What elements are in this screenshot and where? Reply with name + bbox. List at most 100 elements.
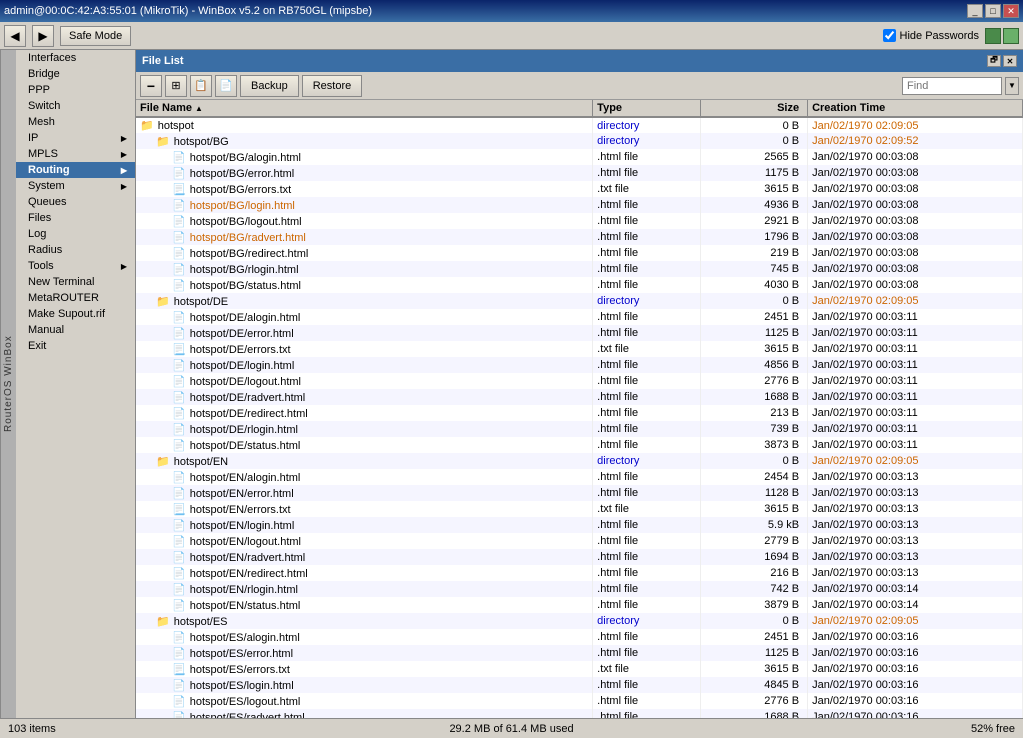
sidebar-item-mpls[interactable]: MPLS [16,146,135,162]
table-row[interactable]: 📄hotspot/BG/status.html.html file4030 BJ… [136,277,1023,293]
col-header-time[interactable]: Creation Time [808,100,1023,117]
table-row[interactable]: 📄hotspot/BG/alogin.html.html file2565 BJ… [136,149,1023,165]
table-row[interactable]: 📄hotspot/ES/logout.html.html file2776 BJ… [136,693,1023,709]
col-header-name[interactable]: File Name ▲ [136,100,593,117]
filter-button[interactable]: ⊞ [165,75,187,97]
file-list-close-button[interactable]: ✕ [1003,55,1017,67]
sidebar-item-files[interactable]: Files [16,210,135,226]
table-row[interactable]: 📄hotspot/BG/error.html.html file1175 BJa… [136,165,1023,181]
html-file-icon: 📄 [172,376,186,388]
file-toolbar: − ⊞ 📋 📄 Backup Restore ▼ [136,72,1023,100]
back-button[interactable]: ◀ [4,25,26,47]
table-row[interactable]: 📄hotspot/DE/redirect.html.html file213 B… [136,405,1023,421]
table-row[interactable]: 📄hotspot/BG/logout.html.html file2921 BJ… [136,213,1023,229]
status-item-count: 103 items [8,723,344,735]
maximize-button[interactable]: □ [985,4,1001,18]
sidebar-item-mesh[interactable]: Mesh [16,114,135,130]
table-row[interactable]: 📄hotspot/EN/rlogin.html.html file742 BJa… [136,581,1023,597]
close-button[interactable]: ✕ [1003,4,1019,18]
table-row[interactable]: 📄hotspot/ES/radvert.html.html file1688 B… [136,709,1023,718]
sidebar-item-interfaces[interactable]: Interfaces [16,50,135,66]
table-row[interactable]: 📄hotspot/BG/rlogin.html.html file745 BJa… [136,261,1023,277]
table-row[interactable]: 📄hotspot/EN/logout.html.html file2779 BJ… [136,533,1023,549]
sidebar-item-new-terminal[interactable]: New Terminal [16,274,135,290]
sidebar-item-log[interactable]: Log [16,226,135,242]
sidebar-item-ppp[interactable]: PPP [16,82,135,98]
table-row[interactable]: 📄hotspot/ES/alogin.html.html file2451 BJ… [136,629,1023,645]
table-row[interactable]: 📄hotspot/EN/error.html.html file1128 BJa… [136,485,1023,501]
search-dropdown[interactable]: ▼ [1005,77,1019,95]
table-row[interactable]: 📄hotspot/EN/login.html.html file5.9 kBJa… [136,517,1023,533]
file-size: 2451 B [700,309,807,325]
table-row[interactable]: 📄hotspot/DE/login.html.html file4856 BJa… [136,357,1023,373]
file-table: File Name ▲ Type Size Creation Time 📁hot… [136,100,1023,718]
table-row[interactable]: 📄hotspot/BG/login.html.html file4936 BJa… [136,197,1023,213]
sidebar-item-switch[interactable]: Switch [16,98,135,114]
sidebar-item-manual[interactable]: Manual [16,322,135,338]
table-row[interactable]: 📃hotspot/BG/errors.txt.txt file3615 BJan… [136,181,1023,197]
table-row[interactable]: 📄hotspot/DE/rlogin.html.html file739 BJa… [136,421,1023,437]
table-row[interactable]: 📃hotspot/ES/errors.txt.txt file3615 BJan… [136,661,1023,677]
table-row[interactable]: 📄hotspot/ES/error.html.html file1125 BJa… [136,645,1023,661]
table-row[interactable]: 📄hotspot/ES/login.html.html file4845 BJa… [136,677,1023,693]
table-row[interactable]: 📁hotspot/BGdirectory0 BJan/02/1970 02:09… [136,133,1023,149]
table-row[interactable]: 📄hotspot/EN/radvert.html.html file1694 B… [136,549,1023,565]
file-creation-time: Jan/02/1970 02:09:05 [808,453,1023,469]
sidebar-item-make-supout.rif[interactable]: Make Supout.rif [16,306,135,322]
table-row[interactable]: 📄hotspot/DE/radvert.html.html file1688 B… [136,389,1023,405]
table-row[interactable]: 📄hotspot/EN/status.html.html file3879 BJ… [136,597,1023,613]
file-creation-time: Jan/02/1970 00:03:08 [808,181,1023,197]
backup-button[interactable]: Backup [240,75,299,97]
col-header-size[interactable]: Size [700,100,807,117]
status-bar: 103 items 29.2 MB of 61.4 MB used 52% fr… [0,718,1023,738]
file-name: hotspot/BG/radvert.html [190,232,306,244]
file-creation-time: Jan/02/1970 00:03:13 [808,469,1023,485]
table-row[interactable]: 📄hotspot/DE/logout.html.html file2776 BJ… [136,373,1023,389]
sidebar-item-system[interactable]: System [16,178,135,194]
table-row[interactable]: 📁hotspot/ESdirectory0 BJan/02/1970 02:09… [136,613,1023,629]
table-row[interactable]: 📁hotspotdirectory0 BJan/02/1970 02:09:05 [136,117,1023,133]
table-row[interactable]: 📃hotspot/EN/errors.txt.txt file3615 BJan… [136,501,1023,517]
sidebar-item-metarouter[interactable]: MetaROUTER [16,290,135,306]
search-input[interactable] [902,77,1002,95]
html-file-icon: 📄 [172,264,186,276]
table-row[interactable]: 📄hotspot/DE/status.html.html file3873 BJ… [136,437,1023,453]
safe-mode-button[interactable]: Safe Mode [60,26,131,46]
file-name: hotspot/ES [174,616,228,628]
sidebar-item-routing[interactable]: Routing [16,162,135,178]
sidebar-item-queues[interactable]: Queues [16,194,135,210]
file-type: .html file [593,581,700,597]
status-box-2 [1003,28,1019,44]
table-row[interactable]: 📄hotspot/DE/error.html.html file1125 BJa… [136,325,1023,341]
sidebar-item-exit[interactable]: Exit [16,338,135,354]
table-row[interactable]: 📄hotspot/BG/redirect.html.html file219 B… [136,245,1023,261]
hide-passwords-label[interactable]: Hide Passwords [900,30,979,42]
paste-button[interactable]: 📄 [215,75,237,97]
folder-icon: 📁 [156,616,170,628]
minimize-button[interactable]: _ [967,4,983,18]
hide-passwords-checkbox[interactable] [883,29,896,42]
col-header-type[interactable]: Type [593,100,700,117]
table-row[interactable]: 📄hotspot/DE/alogin.html.html file2451 BJ… [136,309,1023,325]
table-row[interactable]: 📁hotspot/DEdirectory0 BJan/02/1970 02:09… [136,293,1023,309]
file-list-restore-button[interactable]: 🗗 [987,55,1001,67]
sidebar-item-bridge[interactable]: Bridge [16,66,135,82]
table-row[interactable]: 📄hotspot/BG/radvert.html.html file1796 B… [136,229,1023,245]
file-size: 1125 B [700,645,807,661]
sidebar-item-tools[interactable]: Tools [16,258,135,274]
restore-button[interactable]: Restore [302,75,363,97]
sidebar-item-radius[interactable]: Radius [16,242,135,258]
table-row[interactable]: 📁hotspot/ENdirectory0 BJan/02/1970 02:09… [136,453,1023,469]
table-row[interactable]: 📄hotspot/EN/alogin.html.html file2454 BJ… [136,469,1023,485]
file-creation-time: Jan/02/1970 00:03:11 [808,437,1023,453]
table-row[interactable]: 📄hotspot/EN/redirect.html.html file216 B… [136,565,1023,581]
file-type: .html file [593,517,700,533]
minus-button[interactable]: − [140,75,162,97]
sidebar-item-ip[interactable]: IP [16,130,135,146]
status-disk-usage: 29.2 MB of 61.4 MB used [344,723,680,735]
html-file-icon: 📄 [172,472,186,484]
copy-button[interactable]: 📋 [190,75,212,97]
table-row[interactable]: 📃hotspot/DE/errors.txt.txt file3615 BJan… [136,341,1023,357]
forward-button[interactable]: ▶ [32,25,54,47]
folder-icon: 📁 [140,120,154,132]
